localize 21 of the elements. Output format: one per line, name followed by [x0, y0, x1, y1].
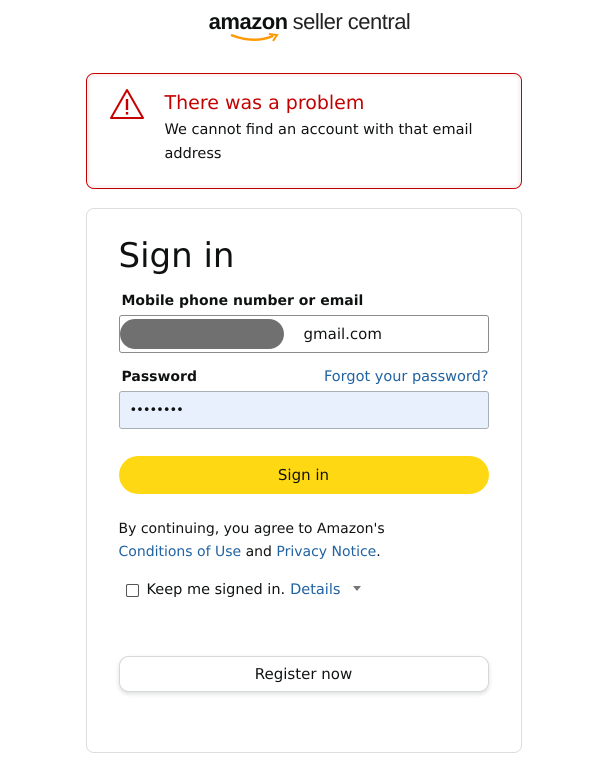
keep-signed-in-checkbox[interactable]	[126, 584, 138, 596]
warning-icon	[108, 88, 144, 120]
alert-message: We cannot find an account with that email address	[164, 121, 474, 164]
forgot-password-link[interactable]: Forgot your password?	[324, 369, 488, 385]
logo-wordmark: amazon	[208, 12, 288, 32]
email-field[interactable]: gmail.com	[118, 315, 488, 353]
register-now-button[interactable]: Register now	[118, 656, 488, 692]
keep-signed-in-label: Keep me signed in.	[146, 582, 286, 598]
privacy-notice-link[interactable]: Privacy Notice	[276, 544, 376, 560]
logo-product-name: seller central	[292, 12, 410, 32]
sign-in-button[interactable]: Sign in	[118, 456, 488, 494]
legal-notice: By continuing, you agree to Amazon's Conditions of Use and Privacy Notice.	[118, 520, 386, 562]
email-label: Mobile phone number or email	[122, 293, 364, 309]
alert-title: There was a problem	[164, 92, 366, 114]
password-label: Password	[122, 369, 197, 385]
password-field[interactable]: ••••••••	[118, 391, 488, 429]
details-link[interactable]: Details	[290, 582, 340, 598]
smile-arrow-icon	[229, 33, 280, 42]
conditions-of-use-link[interactable]: Conditions of Use	[118, 544, 242, 560]
sign-in-heading: Sign in	[118, 235, 236, 278]
caret-icon[interactable]	[353, 586, 362, 590]
